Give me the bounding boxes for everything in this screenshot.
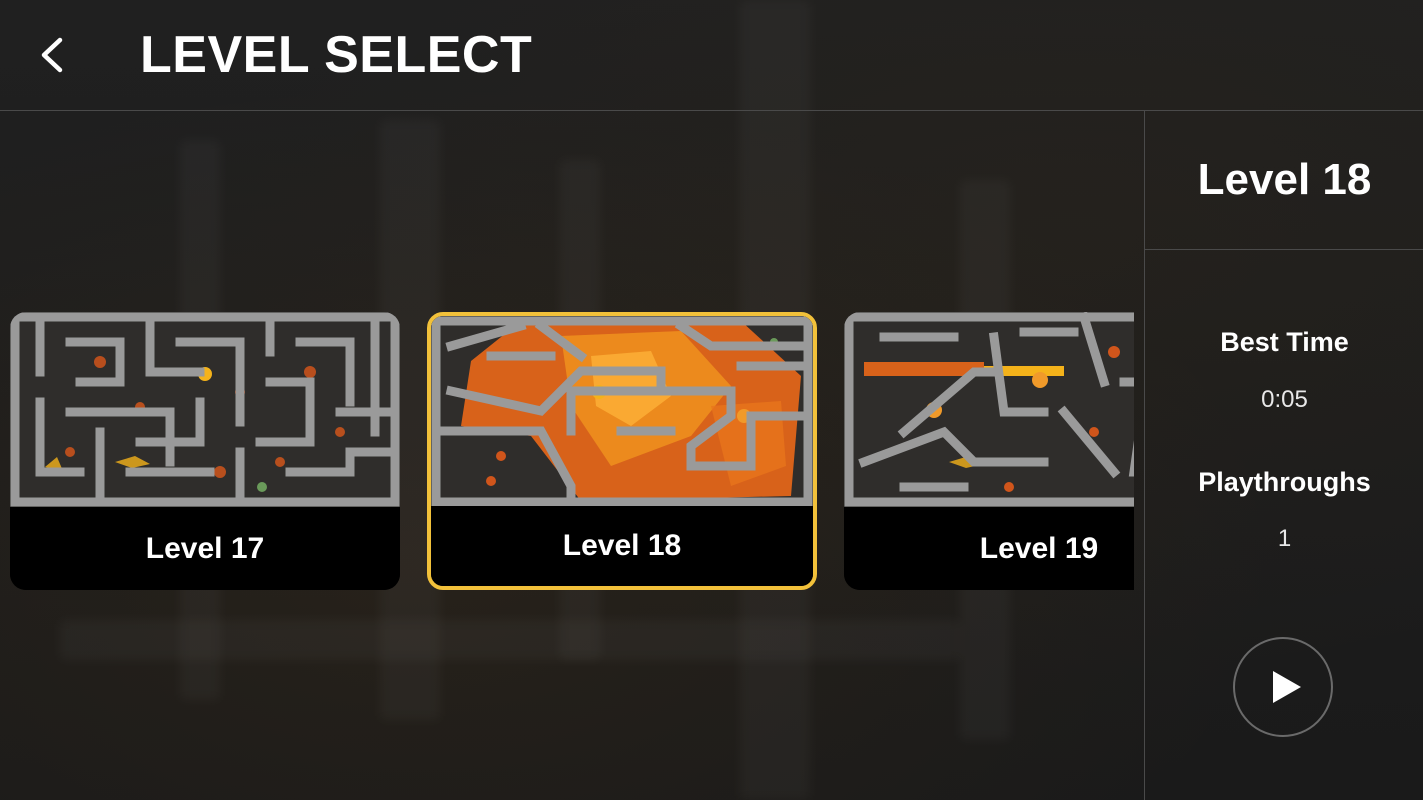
level-card-label: Level 17 <box>10 508 400 590</box>
selected-level-title: Level 18 <box>1197 155 1372 204</box>
play-icon <box>1273 671 1301 703</box>
level-17-thumbnail <box>10 312 400 507</box>
best-time-label: Best Time <box>1220 327 1349 357</box>
back-button[interactable] <box>30 32 76 78</box>
playthroughs-value: 1 <box>1277 525 1292 552</box>
chevron-left-icon <box>41 37 63 73</box>
playthroughs-label: Playthroughs <box>1198 467 1371 497</box>
details-header: Level 18 <box>1145 111 1423 250</box>
level-18-thumbnail <box>431 316 813 507</box>
best-time-value: 0:05 <box>1261 386 1308 413</box>
level-card-label: Level 18 <box>431 506 813 586</box>
level-carousel[interactable]: Level 17 Level 18 Level 19 <box>0 310 1134 592</box>
level-19-thumbnail <box>844 312 1134 507</box>
page-title: LEVEL SELECT <box>140 26 533 84</box>
level-card-19[interactable]: Level 19 <box>844 312 1134 590</box>
header-bar: LEVEL SELECT <box>0 0 1423 111</box>
level-card-label: Level 19 <box>844 508 1134 590</box>
level-details-panel: Level 18 Best Time 0:05 Playthroughs 1 <box>1144 111 1423 800</box>
level-card-18[interactable]: Level 18 <box>427 312 817 590</box>
level-card-17[interactable]: Level 17 <box>10 312 400 590</box>
play-button[interactable] <box>1233 637 1333 737</box>
